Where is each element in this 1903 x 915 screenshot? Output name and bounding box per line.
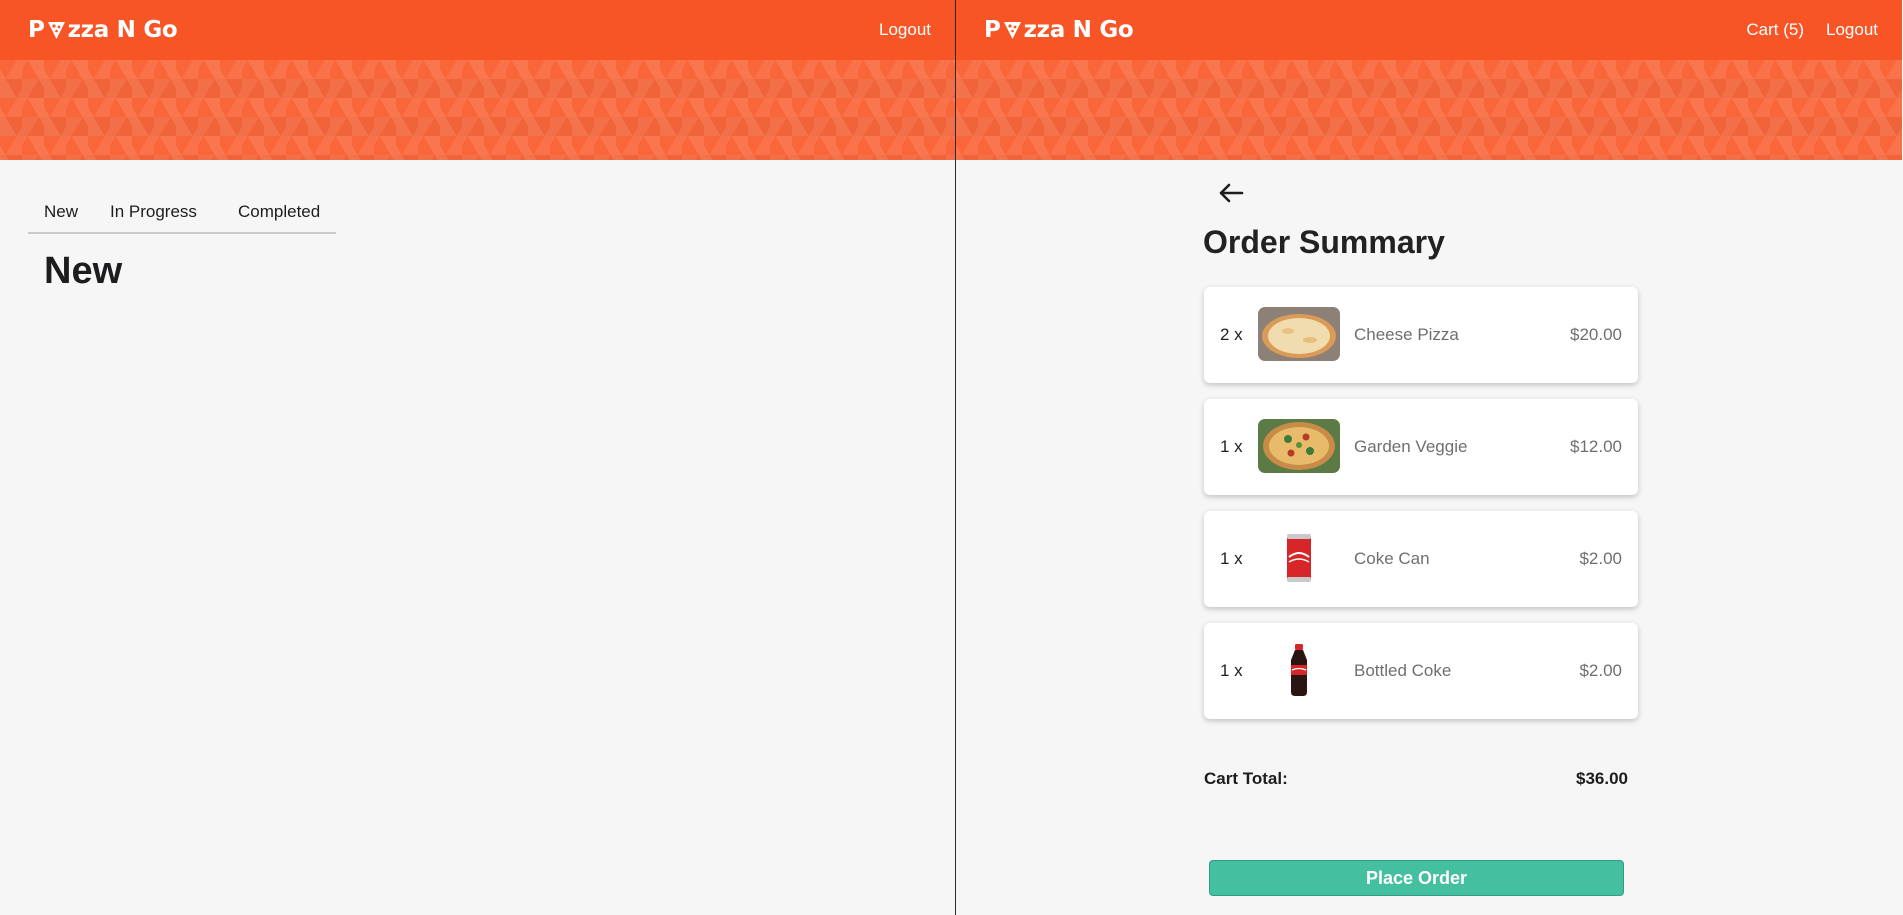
split-view: P zza N Go Logout New In Progress Comple…	[0, 0, 1903, 915]
logo-text-start: P	[28, 17, 45, 43]
order-item-card: 1 x Coke Can $2.00	[1204, 511, 1638, 607]
garden-veggie-image	[1258, 419, 1340, 473]
order-summary-title: Order Summary	[1203, 224, 1445, 260]
order-items-list: 2 x Cheese Pizza $20.00 1 x Garden Veggi…	[1204, 287, 1638, 735]
item-quantity: 1 x	[1220, 661, 1243, 680]
logout-link[interactable]: Logout	[879, 20, 931, 40]
logo-text-start: P	[984, 17, 1001, 43]
item-name: Coke Can	[1354, 549, 1430, 568]
customer-pane: P zza N Go Cart (5) Logout Order Summary…	[956, 0, 1902, 915]
order-status-tabs: New In Progress Completed	[28, 196, 336, 234]
logo-text-end: zza N Go	[67, 17, 178, 43]
top-bar: P zza N Go Logout	[0, 0, 955, 60]
cheese-pizza-image	[1258, 307, 1340, 361]
order-item-card: 1 x Garden Veggie $12.00	[1204, 399, 1638, 495]
top-bar: P zza N Go Cart (5) Logout	[956, 0, 1902, 60]
pizza-slice-icon	[46, 20, 67, 41]
order-item-card: 2 x Cheese Pizza $20.00	[1204, 287, 1638, 383]
top-nav: Cart (5) Logout	[1746, 20, 1878, 40]
top-nav: Logout	[879, 20, 931, 40]
item-price: $2.00	[1579, 549, 1622, 568]
tab-in-progress[interactable]: In Progress	[110, 202, 197, 222]
item-name: Bottled Coke	[1354, 661, 1452, 680]
section-title: New	[44, 250, 123, 292]
logout-link[interactable]: Logout	[1826, 20, 1878, 40]
cart-total-label: Cart Total:	[1204, 769, 1288, 788]
item-price: $20.00	[1570, 325, 1622, 344]
item-quantity: 1 x	[1220, 549, 1243, 568]
back-button[interactable]	[1214, 176, 1248, 210]
header-banner	[956, 60, 1902, 160]
logo[interactable]: P zza N Go	[984, 17, 1134, 43]
logo-text-end: zza N Go	[1023, 17, 1134, 43]
coke-can-image	[1258, 531, 1340, 585]
header-banner	[0, 60, 955, 160]
pizza-slice-icon	[1002, 20, 1023, 41]
item-name: Garden Veggie	[1354, 437, 1468, 456]
tab-completed[interactable]: Completed	[238, 202, 320, 222]
item-price: $2.00	[1579, 661, 1622, 680]
order-item-card: 1 x Bottled Coke $2.00	[1204, 623, 1638, 719]
item-price: $12.00	[1570, 437, 1622, 456]
logo[interactable]: P zza N Go	[28, 17, 178, 43]
item-name: Cheese Pizza	[1354, 325, 1459, 344]
cart-total-value: $36.00	[1576, 769, 1628, 788]
admin-pane: P zza N Go Logout New In Progress Comple…	[0, 0, 956, 915]
item-quantity: 2 x	[1220, 325, 1243, 344]
arrow-left-icon	[1219, 183, 1244, 203]
item-quantity: 1 x	[1220, 437, 1243, 456]
tab-new[interactable]: New	[44, 202, 78, 222]
bottled-coke-image	[1258, 643, 1340, 697]
place-order-button[interactable]: Place Order	[1209, 860, 1624, 896]
cart-link[interactable]: Cart (5)	[1746, 20, 1804, 40]
